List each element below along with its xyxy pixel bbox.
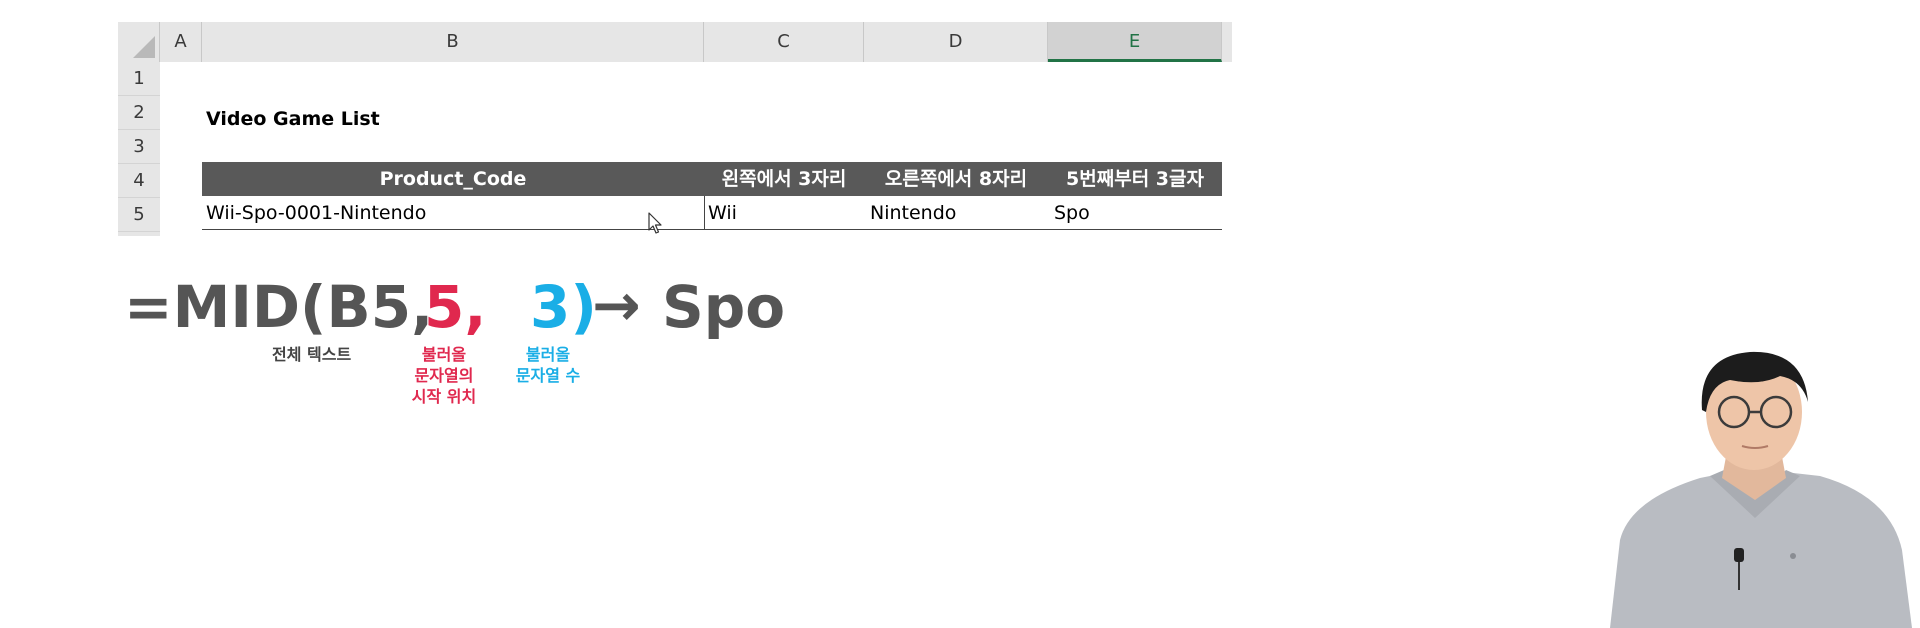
column-header-e[interactable]: E bbox=[1048, 22, 1222, 62]
header-mid-5-3[interactable]: 5번째부터 3글자 bbox=[1048, 162, 1222, 196]
formula-prefix: =MID(B5, bbox=[124, 273, 434, 341]
column-header-bar: A B C D E bbox=[118, 22, 1232, 62]
formula-arrow: → bbox=[592, 271, 641, 339]
select-all-corner[interactable] bbox=[118, 22, 160, 62]
cell-e5[interactable]: Spo bbox=[1054, 196, 1090, 230]
row-header-bar: 1 2 3 4 5 bbox=[118, 62, 160, 236]
header-product-code[interactable]: Product_Code bbox=[202, 162, 704, 196]
note-full-text: 전체 텍스트 bbox=[272, 345, 352, 364]
formula-result: Spo bbox=[662, 273, 786, 341]
formula-count-arg: 3) bbox=[530, 273, 597, 341]
formula-start-arg: 5, bbox=[424, 273, 487, 341]
note-start-line-2: 문자열의 bbox=[414, 366, 474, 385]
note-char-count: 불러올 문자열 수 bbox=[508, 344, 588, 386]
header-right-8[interactable]: 오른쪽에서 8자리 bbox=[864, 162, 1048, 196]
presenter-video bbox=[1610, 351, 1912, 628]
cell-divider bbox=[704, 196, 705, 230]
spreadsheet: A B C D E 1 2 3 4 5 Video Game List Prod… bbox=[118, 22, 1232, 236]
row-header-5[interactable]: 5 bbox=[118, 198, 160, 232]
column-header-c[interactable]: C bbox=[704, 22, 864, 62]
column-header-d[interactable]: D bbox=[864, 22, 1048, 62]
note-start-line-1: 불러올 bbox=[421, 345, 467, 364]
cell-c5[interactable]: Wii bbox=[708, 196, 737, 230]
note-start-position: 불러올 문자열의 시작 위치 bbox=[396, 344, 492, 407]
cell-b5[interactable]: Wii-Spo-0001-Nintendo bbox=[206, 196, 426, 230]
row-header-3[interactable]: 3 bbox=[118, 130, 160, 164]
sheet-title[interactable]: Video Game List bbox=[206, 102, 380, 136]
note-count-line-1: 불러올 bbox=[525, 345, 571, 364]
column-header-a[interactable]: A bbox=[160, 22, 202, 62]
column-header-b[interactable]: B bbox=[202, 22, 704, 62]
row-header-2[interactable]: 2 bbox=[118, 96, 160, 130]
row-header-4[interactable]: 4 bbox=[118, 164, 160, 198]
note-count-line-2: 문자열 수 bbox=[515, 366, 581, 385]
mouse-pointer-icon bbox=[648, 212, 662, 234]
cell-d5[interactable]: Nintendo bbox=[870, 196, 956, 230]
header-left-3[interactable]: 왼쪽에서 3자리 bbox=[704, 162, 864, 196]
note-start-line-3: 시작 위치 bbox=[411, 387, 477, 406]
row-bottom-border bbox=[202, 229, 1222, 230]
row-header-1[interactable]: 1 bbox=[118, 62, 160, 96]
